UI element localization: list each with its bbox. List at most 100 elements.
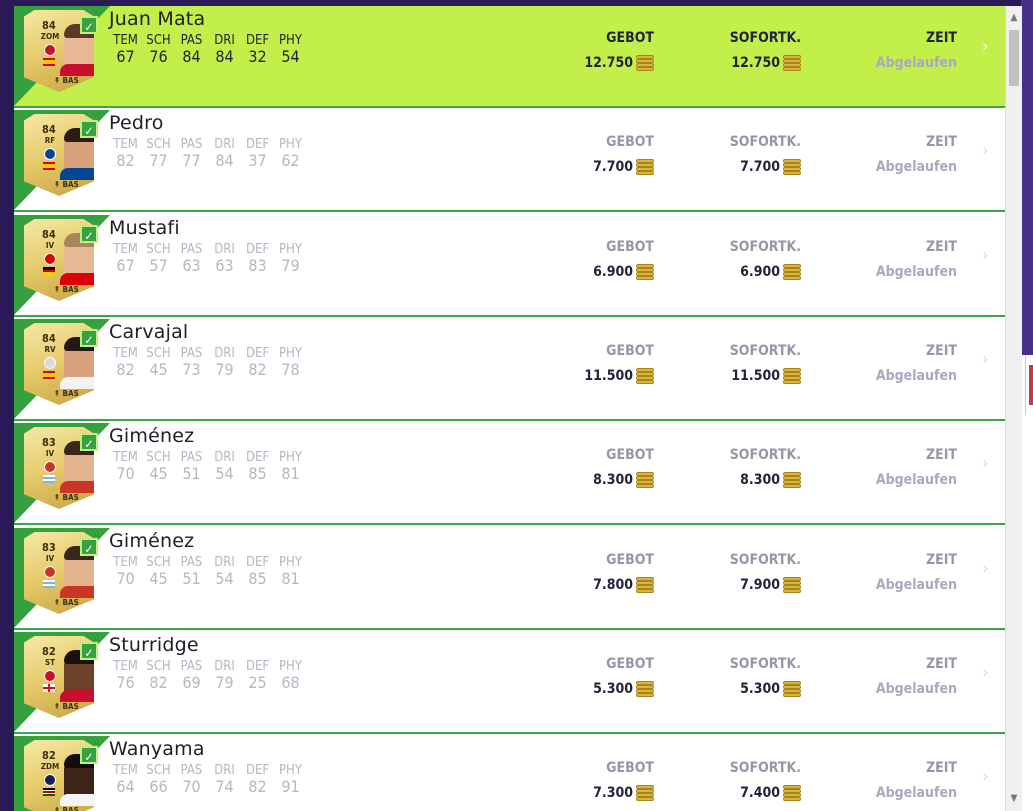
stat-key: PAS	[180, 242, 203, 257]
stat-key: TEM	[113, 137, 138, 152]
bid-value: 5.300	[574, 679, 654, 699]
player-stats: TEM 82 SCH 45 PAS 73 DRI 79 DEF 82 PHY 7…	[109, 346, 307, 379]
time-value: Abgelaufen	[875, 577, 957, 593]
stat-value: 84	[215, 151, 234, 170]
stat-value: 83	[248, 256, 267, 275]
stat-dri: DRI 84	[208, 137, 241, 170]
time-column: ZEIT Abgelaufen	[874, 760, 957, 803]
coins-icon	[636, 785, 654, 801]
stat-value: 84	[215, 47, 234, 66]
chevron-right-icon[interactable]: ›	[982, 558, 988, 579]
transfer-row[interactable]: 84 RV ↟ BAS ✓ Carvajal TEM 82 SCH 45 PAS…	[14, 319, 1005, 421]
time-label: ZEIT	[925, 447, 957, 463]
stat-sch: SCH 45	[142, 555, 175, 588]
coins-icon	[636, 577, 654, 593]
stat-pas: PAS 63	[175, 242, 208, 275]
stat-key: DRI	[214, 242, 235, 257]
stat-sch: SCH 45	[142, 450, 175, 483]
stat-value: 45	[149, 360, 168, 379]
stat-value: 51	[182, 464, 201, 483]
stat-value: 68	[281, 673, 300, 692]
nation-flag-icon	[43, 580, 55, 588]
player-card[interactable]: 84 RF ↟ BAS ✓	[14, 110, 110, 210]
stat-key: TEM	[113, 450, 138, 465]
stat-tem: TEM 76	[109, 659, 142, 692]
stat-pas: PAS 73	[175, 346, 208, 379]
stat-key: SCH	[146, 450, 171, 465]
transfer-row[interactable]: 84 RF ↟ BAS ✓ Pedro TEM 82 SCH 77 PAS 77…	[14, 110, 1005, 212]
player-card[interactable]: 83 IV ↟ BAS ✓	[14, 423, 110, 523]
player-card[interactable]: 84 RV ↟ BAS ✓	[14, 319, 110, 419]
stat-value: 79	[281, 256, 300, 275]
stat-value: 82	[116, 360, 135, 379]
chevron-right-icon[interactable]: ›	[982, 662, 988, 683]
chevron-right-icon[interactable]: ›	[982, 140, 988, 161]
stat-tem: TEM 70	[109, 450, 142, 483]
time-column: ZEIT Abgelaufen	[874, 30, 957, 73]
stat-def: DEF 85	[241, 555, 274, 588]
transfer-list: 84 ZOM ↟ BAS ✓ Juan Mata TEM 67 SCH 76 P…	[14, 6, 1005, 811]
transfer-row[interactable]: 84 IV ↟ BAS ✓ Mustafi TEM 67 SCH 57 PAS …	[14, 215, 1005, 317]
stat-value: 57	[149, 256, 168, 275]
scroll-down-arrow-icon[interactable]: ▼	[1006, 791, 1022, 807]
time-label: ZEIT	[925, 134, 957, 150]
stat-value: 63	[182, 256, 201, 275]
stat-key: PHY	[279, 763, 302, 778]
stat-sch: SCH 45	[142, 346, 175, 379]
chemistry-style: ↟ BAS	[54, 389, 79, 398]
stat-value: 67	[116, 47, 135, 66]
bid-label: GEBOT	[606, 447, 654, 463]
player-card[interactable]: 82 ST ↟ BAS ✓	[14, 632, 110, 732]
player-name: Giménez	[109, 425, 195, 447]
buy-now-value: 7.900	[714, 575, 801, 595]
transfer-row[interactable]: 82 ZDM ↟ BAS ✓ Wanyama TEM 64 SCH 66 PAS…	[14, 736, 1005, 811]
stat-phy: PHY 81	[274, 450, 307, 483]
transfer-row[interactable]: 83 IV ↟ BAS ✓ Giménez TEM 70 SCH 45 PAS …	[14, 528, 1005, 630]
coins-icon	[783, 368, 801, 384]
time-label: ZEIT	[925, 760, 957, 776]
check-icon: ✓	[80, 225, 98, 243]
stat-key: DEF	[245, 763, 270, 778]
stat-sch: SCH 66	[142, 763, 175, 796]
time-value: Abgelaufen	[875, 681, 957, 697]
stat-value: 91	[281, 777, 300, 796]
stat-value: 81	[281, 464, 300, 483]
transfer-row[interactable]: 83 IV ↟ BAS ✓ Giménez TEM 70 SCH 45 PAS …	[14, 423, 1005, 525]
player-card[interactable]: 83 IV ↟ BAS ✓	[14, 528, 110, 628]
stat-phy: PHY 68	[274, 659, 307, 692]
stat-value: 25	[248, 673, 267, 692]
time-label: ZEIT	[925, 30, 957, 46]
transfer-row[interactable]: 84 ZOM ↟ BAS ✓ Juan Mata TEM 67 SCH 76 P…	[14, 6, 1005, 108]
check-icon: ✓	[80, 120, 98, 138]
chevron-right-icon[interactable]: ›	[982, 453, 988, 474]
player-card[interactable]: 84 IV ↟ BAS ✓	[14, 215, 110, 315]
transfer-row[interactable]: 82 ST ↟ BAS ✓ Sturridge TEM 76 SCH 82 PA…	[14, 632, 1005, 734]
nation-flag-icon	[43, 162, 55, 170]
chevron-right-icon[interactable]: ›	[982, 245, 988, 266]
time-value: Abgelaufen	[875, 472, 957, 488]
stat-sch: SCH 57	[142, 242, 175, 275]
buy-now-column: SOFORTK. 11.500	[714, 343, 801, 386]
buy-now-label: SOFORTK.	[729, 447, 801, 463]
stat-value: 77	[149, 151, 168, 170]
scroll-up-arrow-icon[interactable]: ▲	[1006, 10, 1022, 26]
stat-def: DEF 32	[241, 33, 274, 66]
stat-value: 54	[215, 569, 234, 588]
chevron-right-icon[interactable]: ›	[982, 349, 988, 370]
bid-label: GEBOT	[606, 239, 654, 255]
player-stats: TEM 64 SCH 66 PAS 70 DRI 74 DEF 82 PHY 9…	[109, 763, 307, 796]
scrollbar[interactable]: ▲ ▼	[1005, 6, 1022, 811]
scroll-thumb[interactable]	[1009, 30, 1019, 86]
card-rating: 84	[42, 332, 56, 345]
club-badge-icon	[44, 670, 56, 682]
stat-tem: TEM 67	[109, 33, 142, 66]
player-card[interactable]: 84 ZOM ↟ BAS ✓	[14, 6, 110, 106]
stat-key: SCH	[146, 242, 171, 257]
buy-now-label: SOFORTK.	[729, 343, 801, 359]
bid-column: GEBOT 7.700	[574, 134, 654, 177]
chevron-right-icon[interactable]: ›	[982, 36, 988, 57]
player-card[interactable]: 82 ZDM ↟ BAS ✓	[14, 736, 110, 811]
time-column: ZEIT Abgelaufen	[874, 447, 957, 490]
chevron-right-icon[interactable]: ›	[982, 766, 988, 787]
stat-phy: PHY 78	[274, 346, 307, 379]
